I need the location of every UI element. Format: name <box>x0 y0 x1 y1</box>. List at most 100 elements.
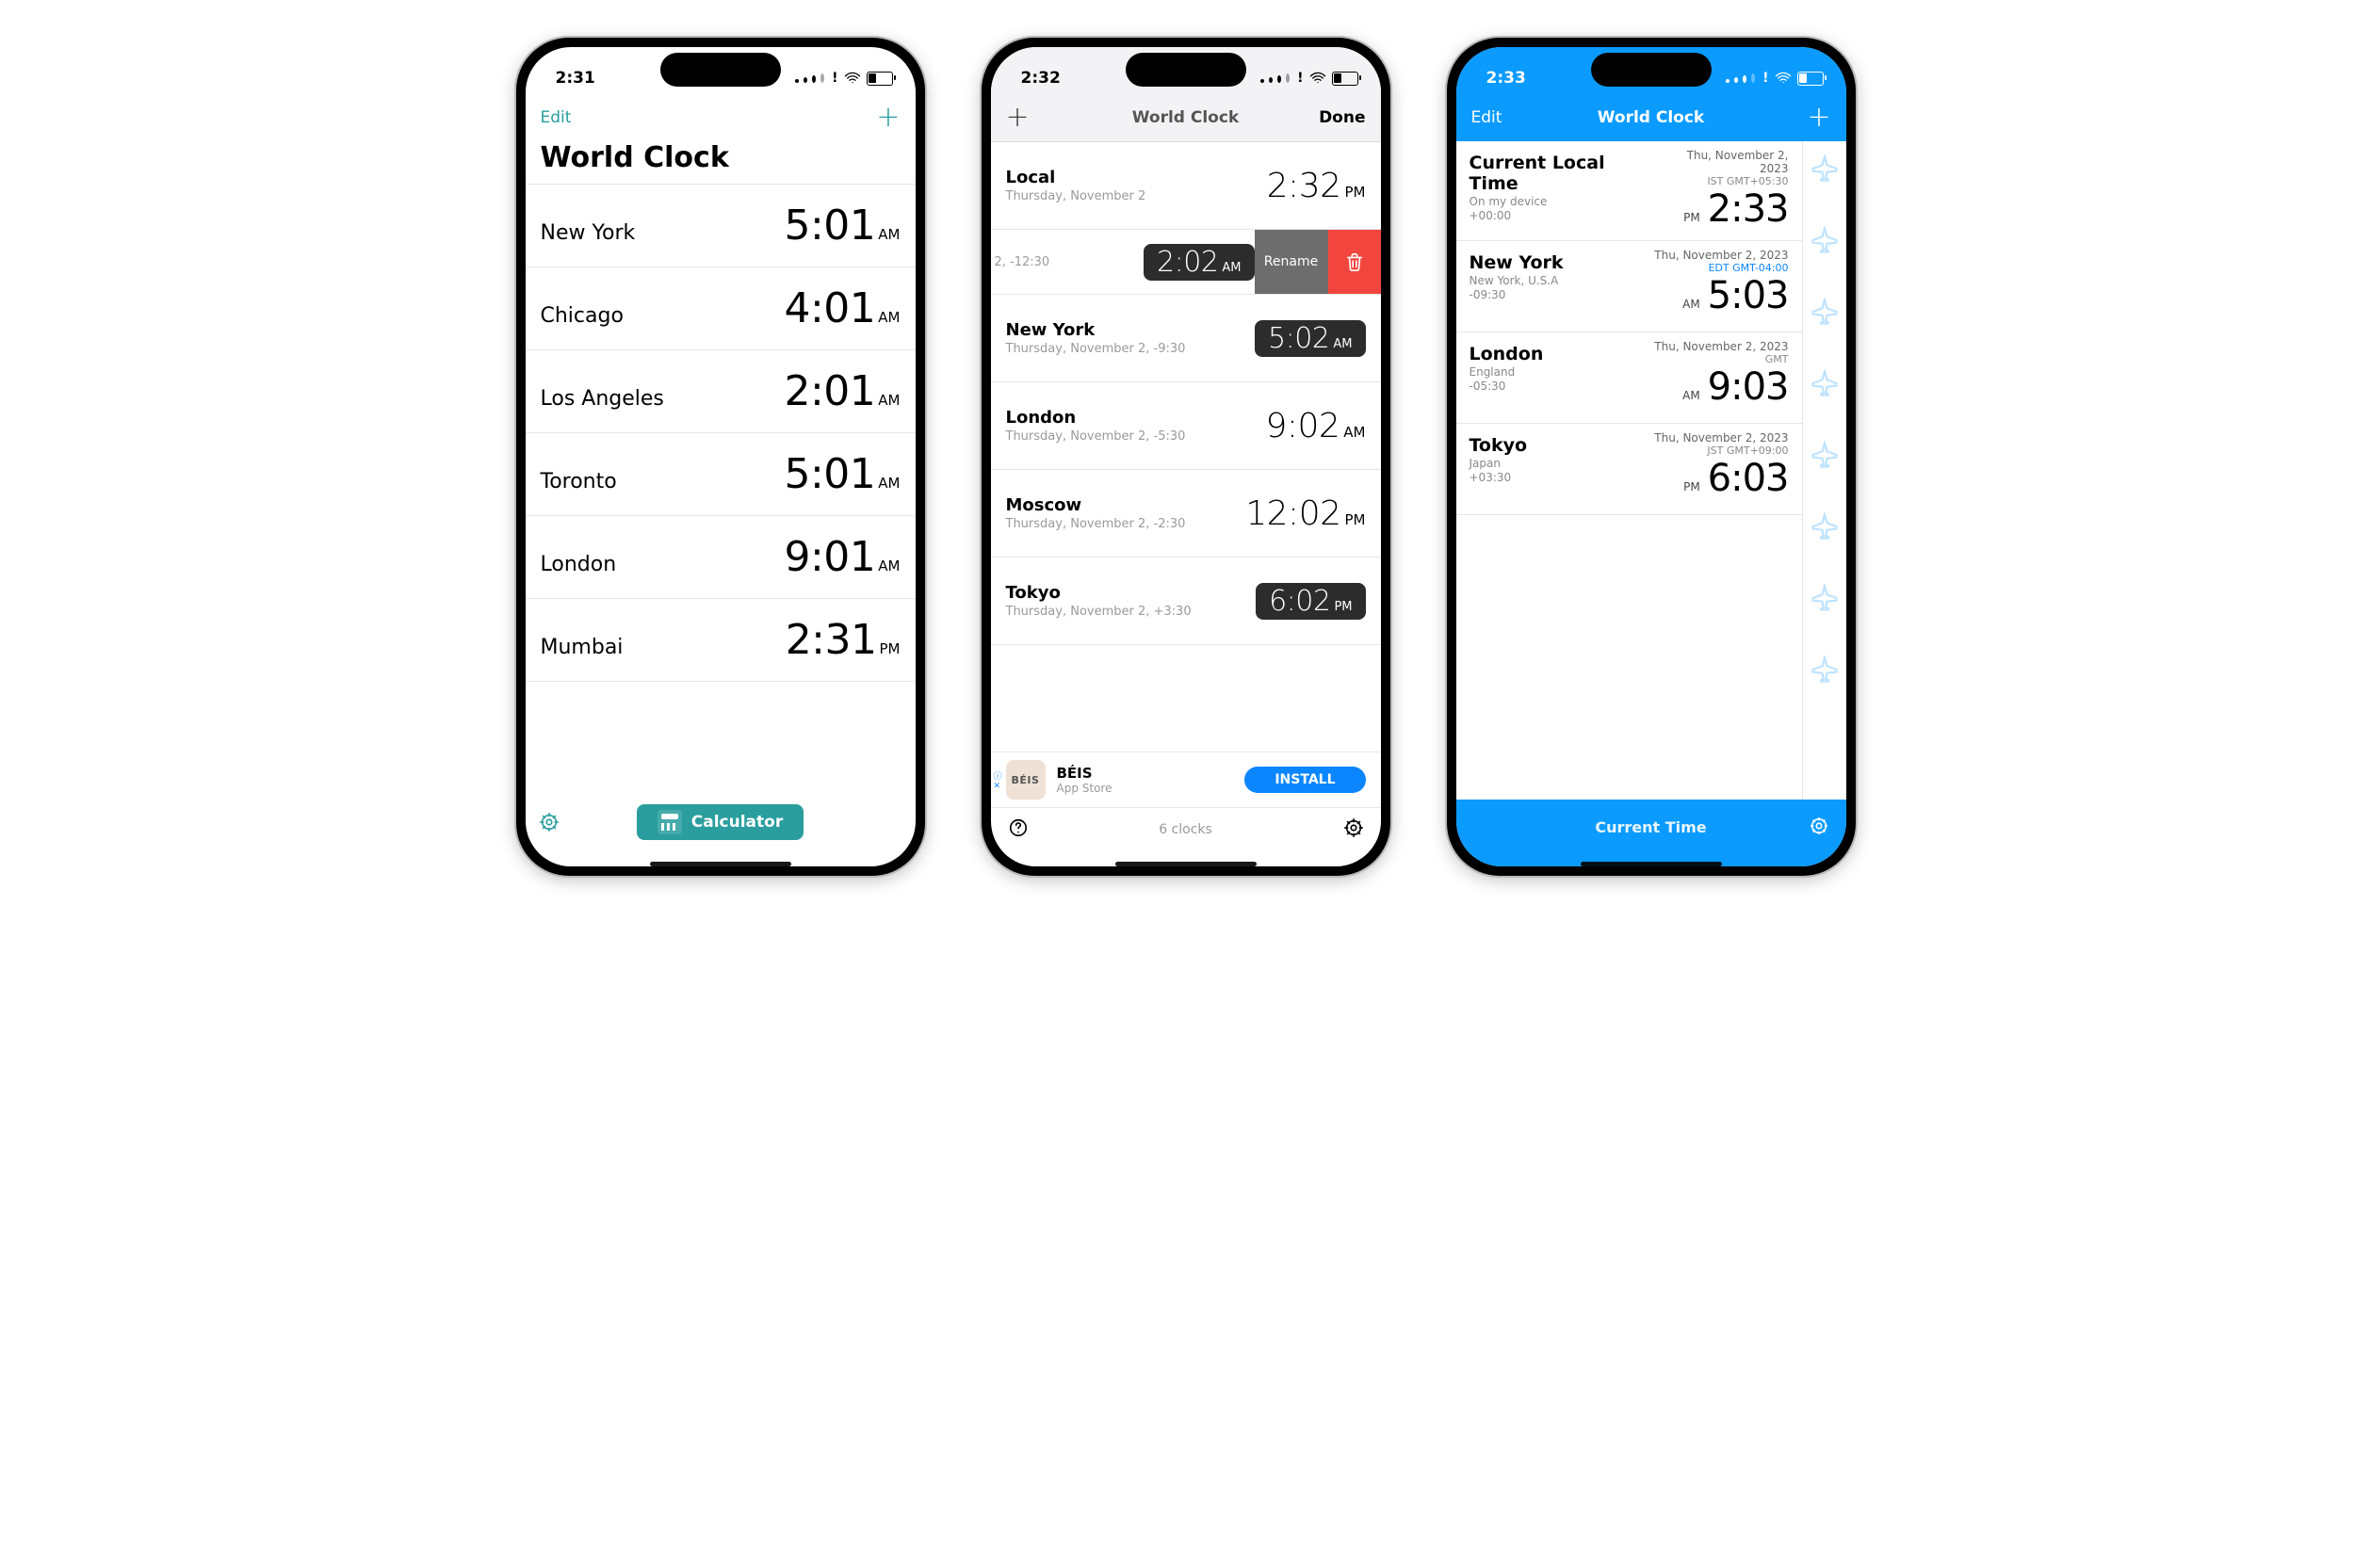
phone-3-world-clock: 2:33 ! Edit World Clock + Current Local … <box>1447 38 1856 876</box>
clock-row[interactable]: TokyoJapan+03:30 Thu, November 2, 2023JS… <box>1456 424 1802 515</box>
ampm: AM <box>878 226 900 243</box>
timezone: IST GMT+05:30 <box>1707 175 1788 187</box>
nav-bar: + World Clock Done <box>991 104 1381 142</box>
delete-button[interactable] <box>1328 230 1381 294</box>
nav-bar: Edit World Clock + <box>1456 104 1846 141</box>
time: 6:03 <box>1708 457 1789 500</box>
subtext: Thursday, November 2 <box>1006 189 1146 203</box>
city-label: London <box>1006 408 1186 428</box>
city-label: New York <box>1006 320 1186 340</box>
settings-icon[interactable] <box>1809 816 1829 840</box>
calculator-label: Calculator <box>691 813 783 832</box>
clock-row[interactable]: Los Angeles2:01AM <box>526 350 916 433</box>
time: 12:02 <box>1245 494 1340 533</box>
done-button[interactable]: Done <box>1319 108 1365 127</box>
clock-row[interactable]: MoscowThursday, November 2, -2:30 12:02P… <box>991 470 1381 558</box>
date: Thu, November 2, 2023 <box>1657 149 1789 175</box>
add-button[interactable]: + <box>1006 104 1030 132</box>
airplane-icon <box>1811 226 1839 254</box>
nav-bar: Edit + <box>526 104 916 137</box>
ampm: AM <box>1333 337 1352 351</box>
install-button[interactable]: INSTALL <box>1244 767 1365 793</box>
subtext: Japan <box>1470 457 1528 470</box>
home-indicator[interactable] <box>650 862 791 866</box>
time: 9:03 <box>1708 365 1789 409</box>
clock-row-local[interactable]: LocalThursday, November 2 2:32PM <box>991 142 1381 230</box>
subtext: On my device <box>1470 195 1657 208</box>
battery-icon <box>867 72 893 86</box>
city-label: Local <box>1006 168 1146 187</box>
time: 9:02 <box>1265 407 1340 445</box>
clock-row[interactable]: New YorkThursday, November 2, -9:30 5:02… <box>991 295 1381 382</box>
notch <box>660 53 781 87</box>
airplane-sidebar[interactable] <box>1802 141 1846 800</box>
ampm: PM <box>1683 480 1700 493</box>
battery-icon <box>1332 72 1358 86</box>
date: Thu, November 2, 2023 <box>1654 249 1788 262</box>
clock-row[interactable]: New York5:01AM <box>526 185 916 267</box>
clock-row-swiped[interactable]: 2, -12:30 2:02AM Rename <box>991 230 1381 295</box>
date: Thu, November 2, 2023 <box>1654 431 1788 445</box>
settings-icon[interactable] <box>1343 817 1364 842</box>
settings-icon[interactable] <box>539 812 560 832</box>
offset: +03:30 <box>1470 471 1528 484</box>
subtext: Thursday, November 2, -5:30 <box>1006 429 1186 444</box>
airplane-icon <box>1811 584 1839 612</box>
rename-button[interactable]: Rename <box>1255 230 1328 294</box>
clock-row[interactable]: Chicago4:01AM <box>526 267 916 350</box>
clock-row[interactable]: Mumbai2:31PM <box>526 599 916 682</box>
clock-row[interactable]: Toronto5:01AM <box>526 433 916 516</box>
ampm: PM <box>1334 600 1352 614</box>
timezone: GMT <box>1765 353 1789 365</box>
status-time: 2:33 <box>1473 69 1526 88</box>
add-button[interactable]: + <box>1807 104 1830 132</box>
page-title: World Clock <box>1528 108 1775 127</box>
clock-row-local[interactable]: Current Local TimeOn my device+00:00 Thu… <box>1456 141 1802 241</box>
clock-row[interactable]: London 9:01AM <box>526 516 916 599</box>
home-indicator[interactable] <box>1115 862 1257 866</box>
subtext: New York, U.S.A <box>1470 274 1564 287</box>
ampm: AM <box>878 309 900 326</box>
subtext: Thursday, November 2, +3:30 <box>1006 605 1192 619</box>
city-label: Moscow <box>1006 495 1186 515</box>
status-time: 2:32 <box>1008 69 1061 88</box>
edit-button[interactable]: Edit <box>541 108 572 127</box>
cellular-icon <box>1726 73 1755 83</box>
edit-button[interactable]: Edit <box>1471 108 1502 127</box>
offset: -05:30 <box>1470 380 1544 393</box>
time: 5:02 <box>1268 322 1329 355</box>
time: 9:01 <box>784 533 875 581</box>
timezone: EDT GMT-04:00 <box>1708 262 1788 274</box>
clock-count: 6 clocks <box>1159 822 1212 837</box>
clock-list: New York5:01AM Chicago4:01AM Los Angeles… <box>526 185 916 682</box>
city-label: London <box>1470 344 1544 364</box>
ad-banner[interactable]: ⓘ✕ BÉIS BÉISApp Store INSTALL <box>991 752 1381 808</box>
phone-2-world-clock: 2:32 ! + World Clock Done LocalThursday,… <box>982 38 1390 876</box>
time: 2:32 <box>1267 167 1341 205</box>
time: 2:31 <box>786 616 877 664</box>
bottom-bar: 6 clocks <box>991 808 1381 866</box>
airplane-icon <box>1811 298 1839 326</box>
help-icon[interactable] <box>1008 817 1029 842</box>
ampm: AM <box>1682 298 1700 311</box>
phone-1-world-clock: 2:31 ! Edit + World Clock New York5:01AM… <box>516 38 925 876</box>
clock-row[interactable]: TokyoThursday, November 2, +3:30 6:02PM <box>991 558 1381 645</box>
clock-row[interactable]: New YorkNew York, U.S.A-09:30 Thu, Novem… <box>1456 241 1802 332</box>
clock-row[interactable]: LondonEngland-05:30 Thu, November 2, 202… <box>1456 332 1802 424</box>
home-indicator[interactable] <box>1581 862 1722 866</box>
ampm: AM <box>878 558 900 574</box>
calculator-button[interactable]: Calculator <box>637 804 804 840</box>
footer-label: Current Time <box>1595 818 1706 836</box>
ampm: AM <box>1343 424 1365 441</box>
city-label: London <box>541 553 617 576</box>
subtext-peek: 2, -12:30 <box>991 255 1050 269</box>
notch <box>1591 53 1712 87</box>
clock-row[interactable]: LondonThursday, November 2, -5:30 9:02AM <box>991 382 1381 470</box>
add-button[interactable]: + <box>876 104 900 132</box>
ampm: PM <box>1345 511 1366 528</box>
wifi-icon <box>1309 72 1326 85</box>
time: 2:33 <box>1708 187 1789 231</box>
subtext: England <box>1470 365 1544 379</box>
clock-list: Local Thursday, November 2 2:32 PM 2, -12:… <box>991 142 1381 752</box>
cellular-alert-icon: ! <box>832 71 837 86</box>
